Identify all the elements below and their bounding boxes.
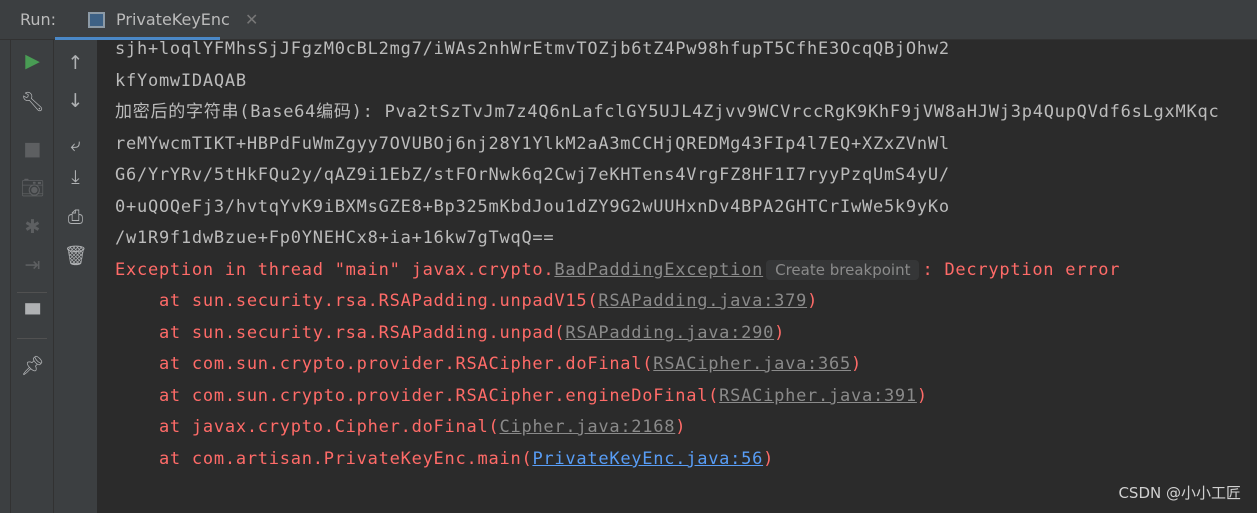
output-line: reMYwcmTIKT+HBPdFuWmZgyy7OVUBOj6nj28Y1Yl… (115, 134, 950, 154)
paren: ) (774, 323, 786, 343)
source-link[interactable]: Cipher.java:2168 (499, 417, 675, 437)
encrypted-label: 加密后的字符串(Base64编码): (115, 102, 385, 122)
source-link[interactable]: PrivateKeyEnc.java:56 (532, 449, 763, 469)
soft-wrap-icon[interactable]: ⤶ (54, 134, 97, 156)
stack-line: at javax.crypto.Cipher.doFinal(Cipher.ja… (115, 416, 686, 438)
close-tab-icon[interactable]: ✕ (245, 10, 258, 29)
stack-line: at com.artisan.PrivateKeyEnc.main(Privat… (115, 448, 774, 470)
console-output[interactable]: sjh+loqlYFMhsSjJFgzM0cBL2mg7/iWAs2nhWrEt… (97, 40, 1257, 513)
stop-icon[interactable]: ■ (11, 138, 54, 160)
exception-message: : Decryption error (922, 260, 1121, 280)
paren: ) (675, 417, 687, 437)
pin-icon[interactable]: 📌︎ (11, 354, 54, 377)
right-toolbar: ↑ ↓ ⤶ ⤓ ⎙ 🗑︎ (54, 40, 97, 513)
run-tool-window-header: Run: PrivateKeyEnc ✕ (0, 0, 1257, 40)
stack-line: at com.sun.crypto.provider.RSACipher.eng… (115, 385, 928, 407)
run-label: Run: (20, 10, 57, 29)
paren: ) (916, 386, 928, 406)
paren: ) (851, 354, 862, 374)
output-line: /w1R9f1dwBzue+Fp0YNEHCx8+ia+16kw7gTwqQ== (115, 228, 555, 248)
exception-prefix: Exception in thread "main" javax.crypto. (115, 260, 555, 280)
output-line: 加密后的字符串(Base64编码): Pva2tSzTvJm7z4Q6nLafc… (115, 101, 1219, 123)
source-link[interactable]: RSACipher.java:391 (719, 386, 917, 406)
source-link[interactable]: RSAPadding.java:290 (565, 323, 774, 343)
exception-class-link[interactable]: BadPaddingException (554, 260, 763, 280)
stack-frame: at com.artisan.PrivateKeyEnc.main( (115, 449, 533, 469)
wrench-icon[interactable]: 🔧︎ (11, 90, 54, 113)
left-toolbar: ▶ 🔧︎ ■ 📷︎ ✱ ⇥ ▀ 📌︎ (11, 40, 54, 513)
print-icon[interactable]: ⎙ (54, 206, 97, 228)
stack-line: at com.sun.crypto.provider.RSACipher.doF… (115, 353, 862, 375)
layout-icon[interactable]: ▀ (11, 304, 54, 326)
camera-icon[interactable]: 📷︎ (11, 176, 54, 199)
run-icon[interactable]: ▶ (11, 50, 54, 72)
stack-frame: at com.sun.crypto.provider.RSACipher.doF… (115, 354, 654, 374)
stack-frame: at javax.crypto.Cipher.doFinal( (115, 417, 500, 437)
output-line: kfYomwIDAQAB (115, 71, 247, 91)
create-breakpoint-button[interactable]: Create breakpoint (766, 260, 920, 280)
down-arrow-icon[interactable]: ↓ (54, 90, 97, 112)
output-line: 0+uQOQeFj3/hvtqYvK9iBXMsGZE8+Bp325mKbdJo… (115, 197, 950, 217)
stack-frame: at sun.security.rsa.RSAPadding.unpad( (115, 323, 566, 343)
trash-icon[interactable]: 🗑︎ (54, 244, 97, 267)
scroll-to-end-icon[interactable]: ⤓ (54, 166, 97, 188)
paren: ) (763, 449, 775, 469)
tab-private-key-enc[interactable]: PrivateKeyEnc ✕ (55, 0, 258, 40)
tab-label: PrivateKeyEnc (116, 10, 230, 29)
output-line: sjh+loqlYFMhsSjJFgzM0cBL2mg7/iWAs2nhWrEt… (115, 40, 950, 59)
stack-frame: at com.sun.crypto.provider.RSACipher.eng… (115, 386, 720, 406)
stack-line: at sun.security.rsa.RSAPadding.unpadV15(… (115, 290, 818, 312)
bookmarks-strip (0, 40, 11, 513)
encrypted-text: Pva2tSzTvJm7z4Q6nLafclGY5UJL4Zjvv9WCVrcc… (384, 102, 1220, 122)
up-arrow-icon[interactable]: ↑ (54, 52, 97, 74)
exit-icon[interactable]: ⇥ (11, 254, 54, 276)
watermark: CSDN @小小工匠 (1118, 484, 1241, 502)
stack-frame: at sun.security.rsa.RSAPadding.unpadV15( (115, 291, 599, 311)
debug-icon[interactable]: ✱ (11, 216, 54, 238)
stack-line: at sun.security.rsa.RSAPadding.unpad(RSA… (115, 322, 785, 344)
divider (17, 292, 47, 293)
source-link[interactable]: RSACipher.java:365 (653, 354, 851, 374)
output-line: G6/YrYRv/5tHkFQu2y/qAZ9i1EbZ/stFOrNwk6q2… (115, 165, 950, 185)
source-link[interactable]: RSAPadding.java:379 (598, 291, 807, 311)
paren: ) (807, 291, 819, 311)
console-icon (88, 12, 105, 28)
divider (17, 338, 47, 339)
exception-line: Exception in thread "main" javax.crypto.… (115, 259, 1120, 281)
